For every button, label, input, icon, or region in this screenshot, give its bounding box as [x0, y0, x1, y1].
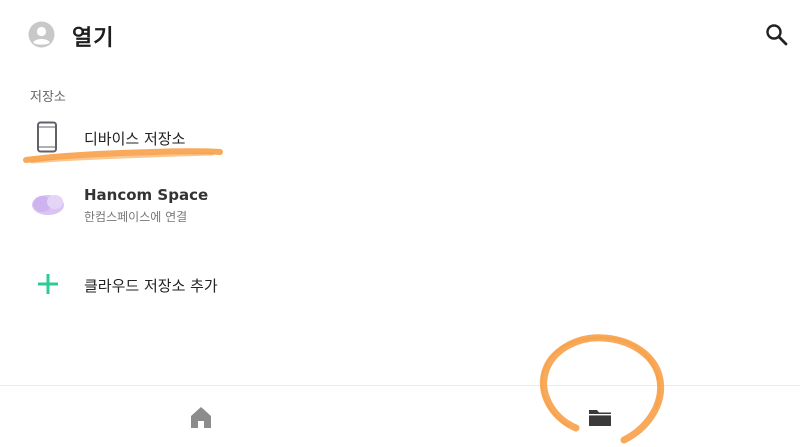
bottom-navigation [0, 385, 800, 447]
cloud-icon [30, 192, 66, 216]
hancom-space-label: Hancom Space [84, 186, 209, 204]
hancom-space-sublabel: 한컴스페이스에 연결 [84, 210, 188, 224]
orange-circle-annotation [539, 334, 665, 444]
page-title: 열기 [72, 26, 115, 51]
plus-icon [36, 272, 60, 296]
hancom-space-item[interactable]: Hancom Space 한컴스페이스에 연결 [0, 180, 800, 232]
add-cloud-storage-label: 클라우드 저장소 추가 [84, 277, 218, 295]
add-cloud-storage-item[interactable]: 클라우드 저장소 추가 [0, 264, 800, 308]
storage-section-label: 저장소 [30, 90, 66, 105]
account-circle-icon[interactable] [28, 21, 55, 48]
orange-underline-annotation [23, 148, 223, 164]
app-header: 열기 [0, 0, 800, 72]
home-icon[interactable] [184, 400, 218, 434]
search-icon[interactable] [762, 20, 792, 50]
